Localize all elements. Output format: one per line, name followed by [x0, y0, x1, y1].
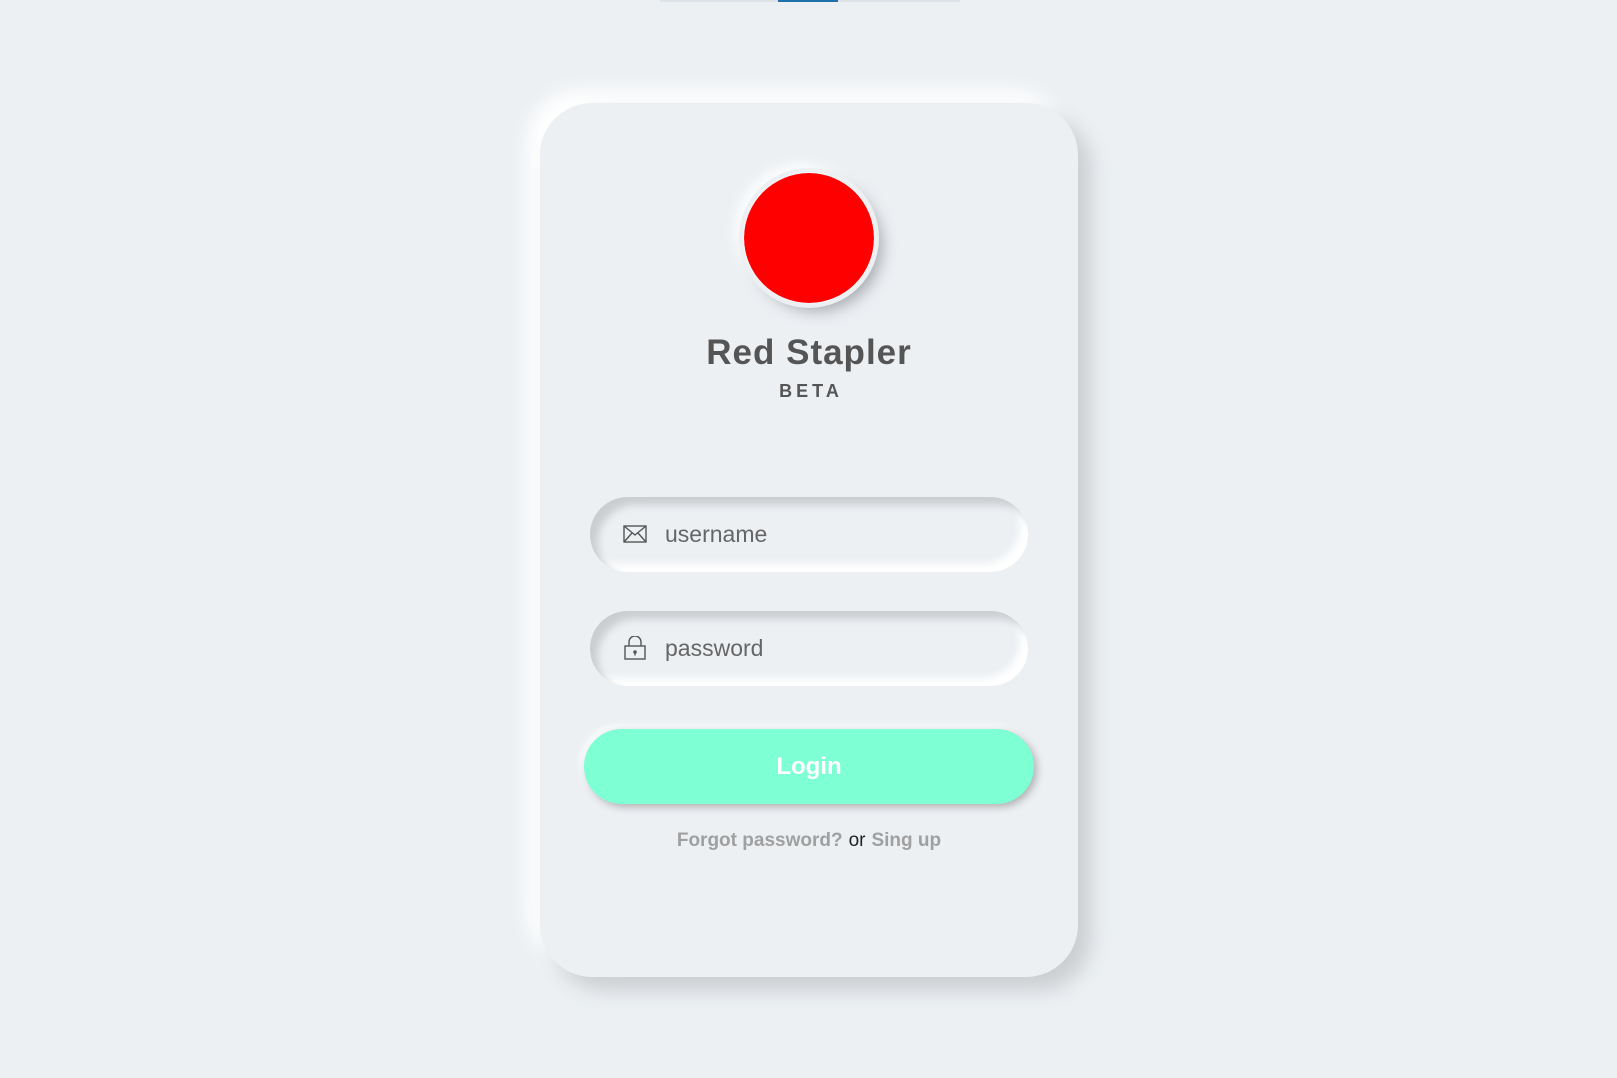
password-input[interactable]: [665, 611, 1005, 686]
username-field[interactable]: [590, 497, 1028, 572]
red-circle-logo: [744, 173, 874, 303]
links-separator: or: [848, 830, 866, 851]
login-button[interactable]: Login: [584, 729, 1034, 804]
footer-links: Forgot password? or Sing up: [540, 830, 1078, 852]
username-input[interactable]: [665, 497, 1005, 572]
signup-link[interactable]: Sing up: [871, 830, 941, 851]
app-subtitle: BETA: [779, 381, 843, 401]
logo: [744, 173, 874, 303]
password-field[interactable]: [590, 611, 1028, 686]
active-tab-indicator: [778, 0, 838, 2]
app-title: Red Stapler: [706, 333, 912, 372]
envelope-icon: [622, 521, 648, 547]
top-tab-strip: [660, 0, 960, 2]
forgot-password-link[interactable]: Forgot password?: [677, 830, 843, 851]
lock-icon: [622, 635, 648, 661]
login-card: Red Stapler BETA Login Forgot password?o…: [540, 103, 1078, 977]
